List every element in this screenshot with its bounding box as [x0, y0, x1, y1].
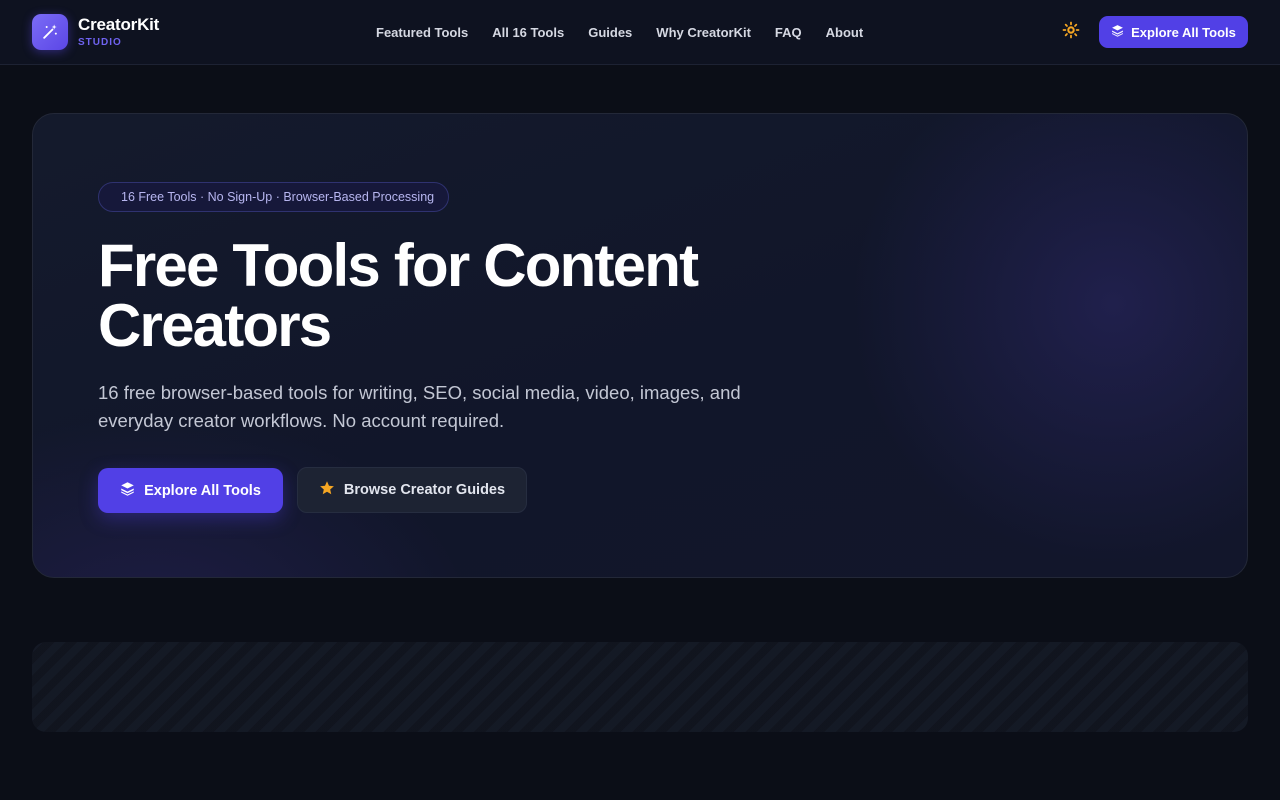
secondary-button-label: Browse Creator Guides — [343, 482, 506, 498]
nav-featured-tools[interactable]: Featured Tools — [376, 25, 468, 40]
nav-about[interactable]: About — [826, 25, 864, 40]
loading-placeholder — [32, 642, 1248, 732]
theme-toggle-button[interactable] — [1060, 21, 1082, 43]
browse-guides-button[interactable]: Browse Creator Guides — [297, 467, 527, 513]
hero-description: 16 free browser-based tools for writing,… — [98, 382, 741, 431]
nav-why-creatorkit[interactable]: Why CreatorKit — [656, 25, 751, 40]
magic-wand-icon — [32, 14, 68, 50]
brand-name: CreatorKit — [78, 15, 160, 34]
star-icon — [319, 480, 335, 500]
site-header: CreatorKit STUDIO Featured Tools All 16 … — [0, 0, 1280, 65]
hero-title: Free Tools for Content Creators — [98, 232, 699, 359]
main-nav: Featured Tools All 16 Tools Guides Why C… — [376, 0, 863, 64]
nav-all-tools[interactable]: All 16 Tools — [492, 25, 564, 40]
explore-all-tools-button[interactable]: Explore All Tools — [98, 468, 283, 513]
header-explore-tools-button[interactable]: Explore All Tools — [1099, 16, 1248, 48]
header-cta-label: Explore All Tools — [1131, 24, 1236, 40]
hero-badge: 16 Free Tools · No Sign-Up · Browser-Bas… — [98, 182, 450, 212]
nav-guides[interactable]: Guides — [588, 25, 632, 40]
brand-subtitle: STUDIO — [78, 37, 122, 48]
layers-icon — [120, 481, 135, 500]
brand-logo[interactable]: CreatorKit STUDIO — [32, 14, 159, 50]
layers-icon — [1111, 24, 1124, 40]
sun-icon — [1062, 21, 1080, 44]
hero-section: 16 Free Tools · No Sign-Up · Browser-Bas… — [32, 113, 1248, 578]
nav-faq[interactable]: FAQ — [775, 25, 802, 40]
primary-button-label: Explore All Tools — [144, 482, 261, 499]
